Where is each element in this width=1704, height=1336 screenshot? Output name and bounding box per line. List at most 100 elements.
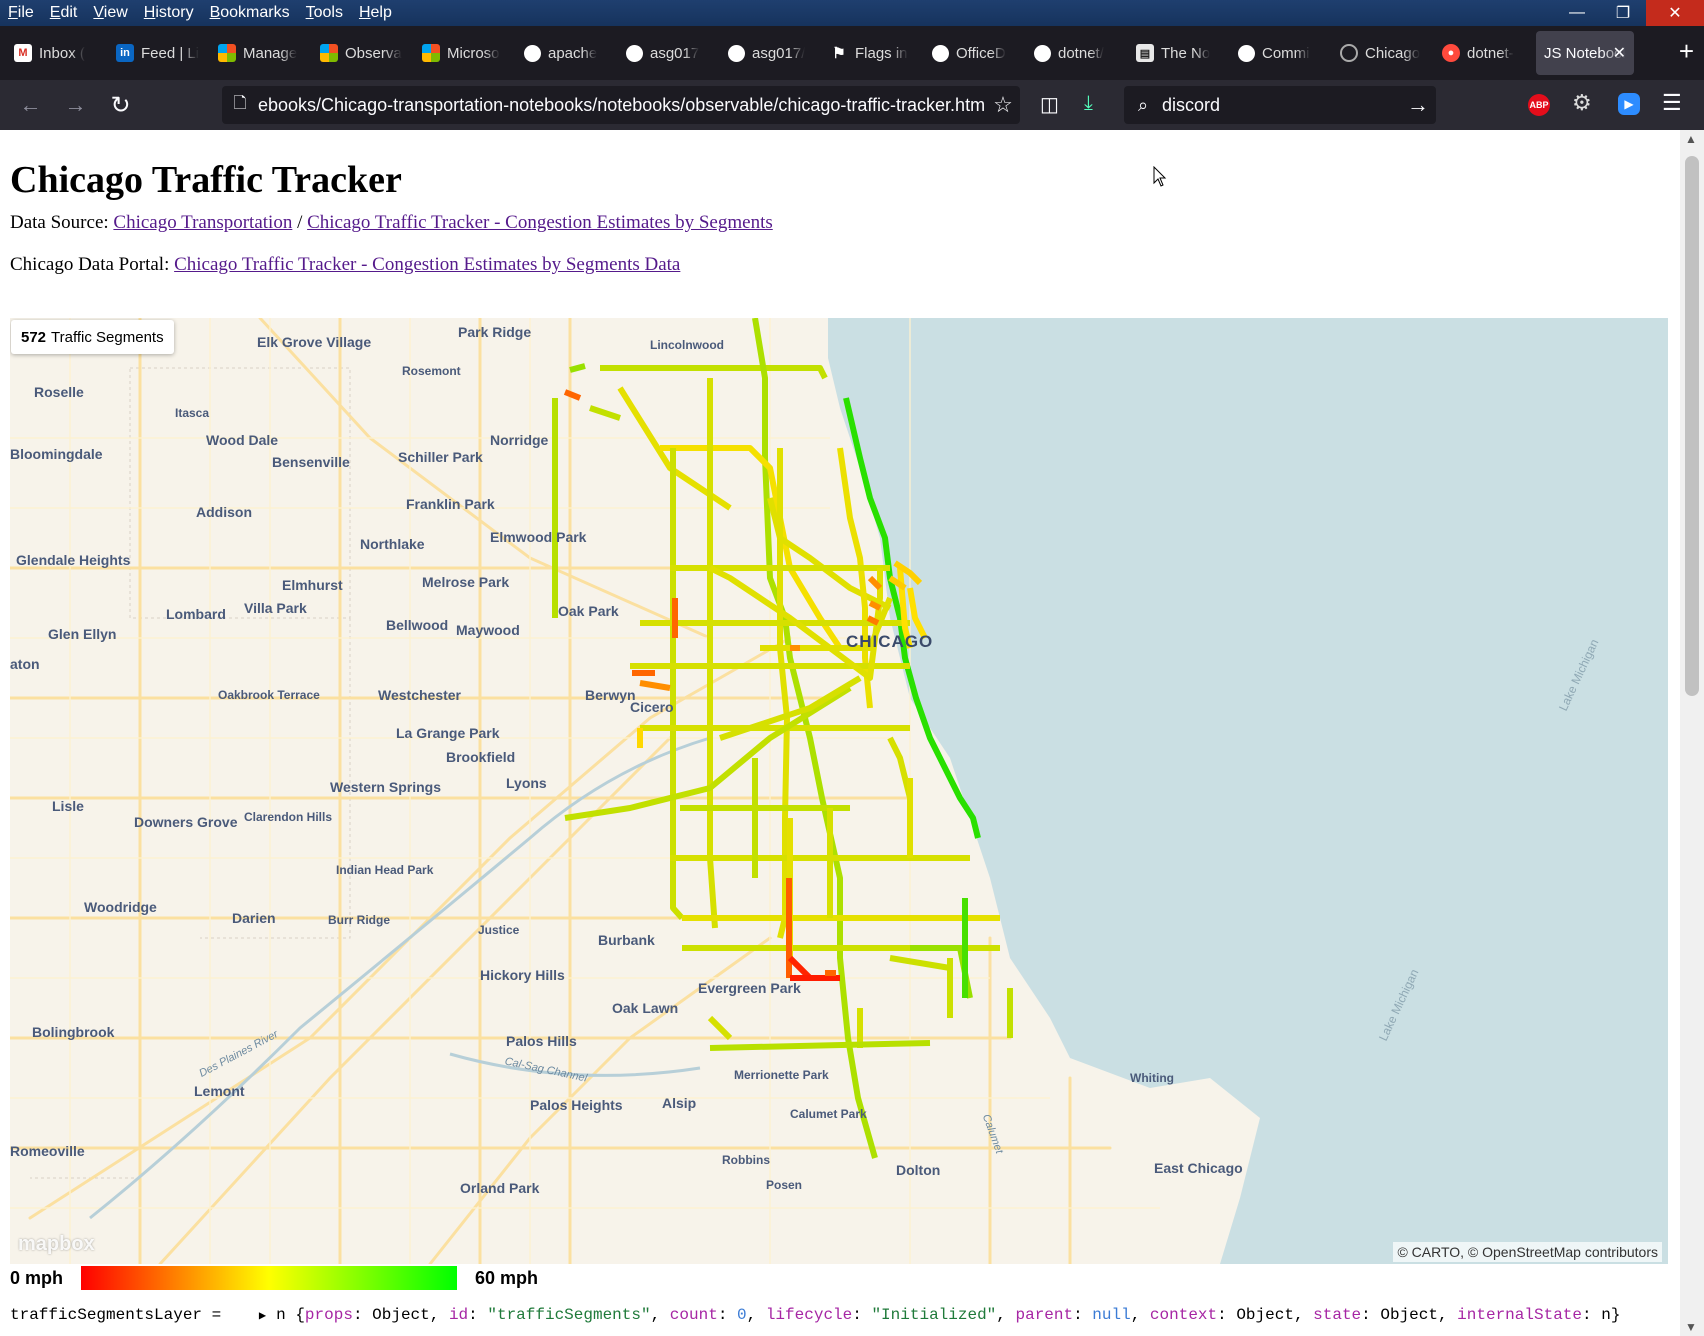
place-label: Justice <box>478 923 520 937</box>
place-label: Berwyn <box>585 687 636 703</box>
menu-bookmarks[interactable]: Bookmarks <box>202 0 298 26</box>
tab-6[interactable]: asg017 <box>618 31 720 75</box>
tab-label: The No <box>1161 44 1211 62</box>
place-label: Evergreen Park <box>698 980 801 996</box>
tab-14[interactable]: ● dotnet- <box>1434 31 1536 75</box>
traffic-segment[interactable] <box>569 363 586 373</box>
traffic-segment[interactable] <box>707 378 718 929</box>
traffic-segment[interactable] <box>910 945 973 999</box>
place-label: Addison <box>196 504 252 520</box>
tab-bar: M Inbox (in Feed | Li Manage Observa Microso a… <box>0 26 1704 80</box>
place-label: Norridge <box>490 432 549 448</box>
tab-7[interactable]: asg017/ <box>720 31 822 75</box>
place-label: Rosemont <box>402 364 461 378</box>
page-scrollbar[interactable]: ▲ ▼ <box>1680 130 1704 1336</box>
traffic-segment[interactable] <box>889 955 951 971</box>
tab-10[interactable]: dotnet/ <box>1026 31 1128 75</box>
downloads-icon[interactable]: ⤓ <box>1084 92 1093 115</box>
page-content: Chicago Traffic Tracker Data Source: Chi… <box>0 130 1680 1336</box>
tab-3[interactable]: Observa <box>312 31 414 75</box>
app-menu-icon[interactable]: ☰ <box>1662 90 1682 116</box>
menu-tools[interactable]: Tools <box>298 0 351 26</box>
place-label: Romeoville <box>10 1143 85 1159</box>
tab-5[interactable]: apache <box>516 31 618 75</box>
traffic-segment[interactable] <box>709 1040 931 1051</box>
address-bar[interactable]: 🗋 ebooks/Chicago-transportation-notebook… <box>222 86 1020 124</box>
legend-color-bar <box>81 1266 458 1290</box>
legend-min-label: 0 mph <box>10 1267 64 1288</box>
traffic-segment[interactable] <box>707 1015 733 1041</box>
url-text[interactable]: ebooks/Chicago-transportation-notebooks/… <box>258 95 986 116</box>
traffic-segment[interactable] <box>563 389 582 401</box>
back-button[interactable]: ← <box>8 85 53 125</box>
data-portal-link[interactable]: Chicago Traffic Tracker - Congestion Est… <box>174 254 680 275</box>
field-key: internalState <box>1457 1306 1582 1324</box>
search-input[interactable]: discord <box>1162 95 1400 116</box>
menu-file[interactable]: File <box>0 0 42 26</box>
gmail-icon: M <box>14 44 32 62</box>
microsoft-icon <box>320 44 338 62</box>
place-label: Lisle <box>52 798 84 814</box>
tab-2[interactable]: Manage <box>210 31 312 75</box>
traffic-segment[interactable] <box>600 365 828 380</box>
place-label: Oak Lawn <box>612 1000 679 1016</box>
search-bar[interactable]: ⌕ discord → <box>1124 86 1436 124</box>
new-tab-button[interactable]: + <box>1679 36 1694 67</box>
close-tab-icon[interactable]: ✕ <box>1613 43 1626 63</box>
search-go-icon[interactable]: → <box>1400 92 1436 118</box>
field-value: null <box>1092 1306 1131 1324</box>
tab-active[interactable]: JS Notebook ✕ <box>1536 31 1634 75</box>
scroll-thumb[interactable] <box>1685 156 1699 696</box>
menu-view[interactable]: View <box>85 0 135 26</box>
field-value: n <box>1601 1306 1611 1324</box>
tab-0[interactable]: M Inbox ( <box>6 31 108 75</box>
scroll-down-icon[interactable]: ▼ <box>1685 1320 1697 1334</box>
pocket-icon[interactable]: ◫ <box>1040 92 1059 117</box>
mapbox-logo[interactable]: mapbox <box>18 1233 95 1256</box>
traffic-segment[interactable] <box>670 448 685 921</box>
place-label: Bellwood <box>386 617 449 633</box>
tab-13[interactable]: Chicago <box>1332 31 1434 75</box>
map-attribution[interactable]: © CARTO, © OpenStreetMap contributors <box>1393 1242 1662 1262</box>
zoom-extension-icon[interactable]: ▶ <box>1618 93 1640 115</box>
tab-1[interactable]: in Feed | Li <box>108 31 210 75</box>
traffic-tracker-link[interactable]: Chicago Traffic Tracker - Congestion Est… <box>307 212 773 233</box>
menu-history[interactable]: History <box>136 0 202 26</box>
expand-triangle-icon[interactable]: ▶ <box>259 1308 266 1323</box>
traffic-segment[interactable] <box>639 680 671 691</box>
place-label: aton <box>10 656 40 672</box>
tab-11[interactable]: ▤ The No <box>1128 31 1230 75</box>
chicago-transportation-link[interactable]: Chicago Transportation <box>113 212 292 233</box>
navigation-toolbar: ← → ↻ 🗋 ebooks/Chicago-transportation-no… <box>0 80 1704 130</box>
tab-12[interactable]: Commi <box>1230 31 1332 75</box>
place-label: Clarendon Hills <box>244 810 333 824</box>
bookmark-star-icon[interactable]: ☆ <box>986 92 1020 118</box>
traffic-segment[interactable] <box>589 405 621 421</box>
tab-4[interactable]: Microso <box>414 31 516 75</box>
place-label: Melrose Park <box>422 574 510 590</box>
object-fields[interactable]: {props: Object, id: "trafficSegments", c… <box>295 1306 1620 1324</box>
menu-help[interactable]: Help <box>351 0 400 26</box>
minimize-button[interactable]: — <box>1554 0 1600 26</box>
github-icon <box>524 44 541 62</box>
adblock-plus-icon[interactable]: ABP <box>1528 94 1550 116</box>
tab-8[interactable]: ⚑ Flags in <box>822 31 924 75</box>
place-label: Bensenville <box>272 454 350 470</box>
menu-edit[interactable]: Edit <box>42 0 86 26</box>
traffic-map[interactable]: Park Ridge Elk Grove Village Lincolnwood Ro… <box>10 318 1668 1264</box>
place-label: Roselle <box>34 384 84 400</box>
object-class: n <box>276 1306 286 1324</box>
forward-button[interactable]: → <box>53 85 98 125</box>
extension-gear-icon[interactable]: ⚙ <box>1572 90 1592 116</box>
place-label: Brookfield <box>446 749 516 765</box>
reload-button[interactable]: ↻ <box>98 85 143 125</box>
place-label: Darien <box>232 910 276 926</box>
tab-label: dotnet/ <box>1058 44 1104 62</box>
restore-button[interactable]: ❐ <box>1600 0 1646 26</box>
close-window-button[interactable]: ✕ <box>1646 0 1704 26</box>
field-key: context <box>1149 1306 1218 1324</box>
place-label: Villa Park <box>244 600 307 616</box>
scroll-up-icon[interactable]: ▲ <box>1685 132 1697 146</box>
place-label: Lombard <box>166 606 226 622</box>
tab-9[interactable]: OfficeD <box>924 31 1026 75</box>
